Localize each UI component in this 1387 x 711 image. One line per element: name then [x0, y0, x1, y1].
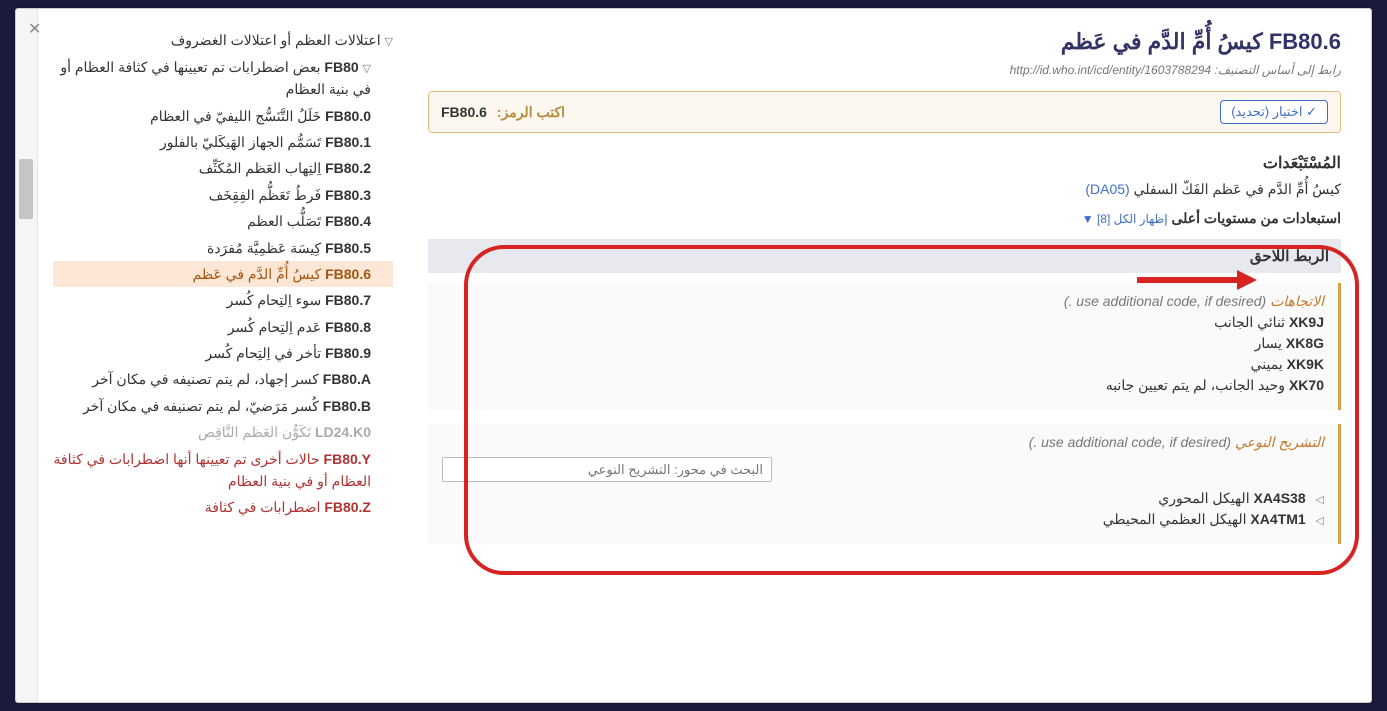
- page-title: FB80.6 كيسُ أُمِّ الدَّم في عَظم: [428, 29, 1341, 55]
- title-code: FB80.6: [1269, 29, 1341, 54]
- close-icon[interactable]: ✕: [28, 19, 41, 39]
- axis-title: التشريح النوعي (. use additional code, i…: [442, 434, 1324, 451]
- tree-item[interactable]: ▽ FB80 بعض اضطرابات تم تعيينها في كثافة …: [53, 54, 393, 103]
- code-bar: ✓ اختيار (تحديد) اكتب الرمز: FB80.6: [428, 91, 1341, 133]
- tree-item[interactable]: FB80.5 كِيسَة عَظمِيَّة مُفرَدة: [53, 235, 393, 261]
- tree-item[interactable]: FB80.Z اضطرابات في كثافة: [53, 494, 393, 520]
- axis-option[interactable]: XK8G يسار: [442, 335, 1324, 352]
- axis-title: الاتجاهات (. use additional code, if des…: [442, 293, 1324, 310]
- tree-item[interactable]: FB80.2 اِلتِهاب العَظم المُكَثِّف: [53, 155, 393, 181]
- code-value: FB80.6: [441, 104, 487, 120]
- select-button[interactable]: ✓ اختيار (تحديد): [1220, 100, 1328, 124]
- scroll-thumb[interactable]: [19, 159, 33, 219]
- upward-exclusions-header: استبعادات من مستويات أعلى إظهار الكل [8]…: [428, 210, 1341, 227]
- main-panel: FB80.6 كيسُ أُمِّ الدَّم في عَظم رابط إل…: [408, 9, 1371, 702]
- tree-item[interactable]: FB80.7 سوء اِلتِحام كُسر: [53, 287, 393, 313]
- details-modal: ✕ FB80.6 كيسُ أُمِّ الدَّم في عَظم رابط …: [15, 8, 1372, 703]
- axis-search-input[interactable]: [442, 457, 772, 482]
- tree-item[interactable]: FB80.0 خَلَلُ التَّنَسُّج الليفيّ في الع…: [53, 103, 393, 129]
- exclusions-heading: المُسْتَبْعَدات: [428, 153, 1341, 173]
- tree-item[interactable]: ▽ اعتلالات العظم أو اعتلالات الغضروف: [53, 27, 393, 54]
- tree-item[interactable]: FB80.1 تَسَمُّم الجهاز الهَيكَليّ بالفلو…: [53, 129, 393, 155]
- tree-item[interactable]: FB80.Y حالات أخرى تم تعيينها أنها اضطراب…: [53, 446, 393, 495]
- axis-option[interactable]: ◁ XA4TM1 الهيكل العظمي المحيطي: [442, 511, 1324, 528]
- exclusion-item: كيسُ أُمِّ الدَّم في عَظم الفَكّ السفلي …: [428, 181, 1341, 198]
- scrollbar[interactable]: [16, 9, 38, 702]
- code-label: اكتب الرمز:: [497, 104, 565, 120]
- title-text: كيسُ أُمِّ الدَّم في عَظم: [1061, 29, 1263, 54]
- foundation-link: رابط إلى أساس التصنيف: http://id.who.int…: [428, 63, 1341, 77]
- axis-option[interactable]: ◁ XA4S38 الهيكل المحوري: [442, 490, 1324, 507]
- show-all-toggle[interactable]: إظهار الكل [8] ▼: [1082, 212, 1168, 226]
- axis-option[interactable]: XK70 وحيد الجانب، لم يتم تعيين جانبه: [442, 377, 1324, 394]
- caret-icon[interactable]: ▽: [363, 63, 371, 75]
- axis-option[interactable]: XK9K يميني: [442, 356, 1324, 373]
- caret-icon[interactable]: ▽: [385, 36, 393, 48]
- tree-item[interactable]: FB80.4 تَصَلُّب العظم: [53, 208, 393, 234]
- postcoordination-header: الربط اللاحق: [428, 239, 1341, 273]
- tree-item[interactable]: FB80.8 عَدم اِلتِحام كُسر: [53, 314, 393, 340]
- tree-item-selected[interactable]: FB80.6 كيسُ أُمِّ الدَّم في عَظم: [53, 261, 393, 287]
- tree-item[interactable]: FB80.3 فَرطُ تَعَظُّم الفِقِخَف: [53, 182, 393, 208]
- exclusion-link[interactable]: (DA05): [1085, 181, 1129, 197]
- tree-item[interactable]: FB80.B كُسر مَرَضيّ، لم يتم تصنيفه في مك…: [53, 393, 393, 419]
- axis-laterality: الاتجاهات (. use additional code, if des…: [428, 283, 1341, 410]
- axis-option[interactable]: XK9J ثنائي الجانب: [442, 314, 1324, 331]
- axis-anatomy: التشريح النوعي (. use additional code, i…: [428, 424, 1341, 544]
- hierarchy-tree: ▽ اعتلالات العظم أو اعتلالات الغضروف▽ FB…: [38, 9, 408, 702]
- tree-item[interactable]: LD24.K0 تَكَوُّن العَظم النَّاقِص: [53, 419, 393, 445]
- tree-item[interactable]: FB80.A كسر إجهاد، لم يتم تصنيفه في مكان …: [53, 366, 393, 392]
- tree-item[interactable]: FB80.9 تأخر في اِلتِحام كُسر: [53, 340, 393, 366]
